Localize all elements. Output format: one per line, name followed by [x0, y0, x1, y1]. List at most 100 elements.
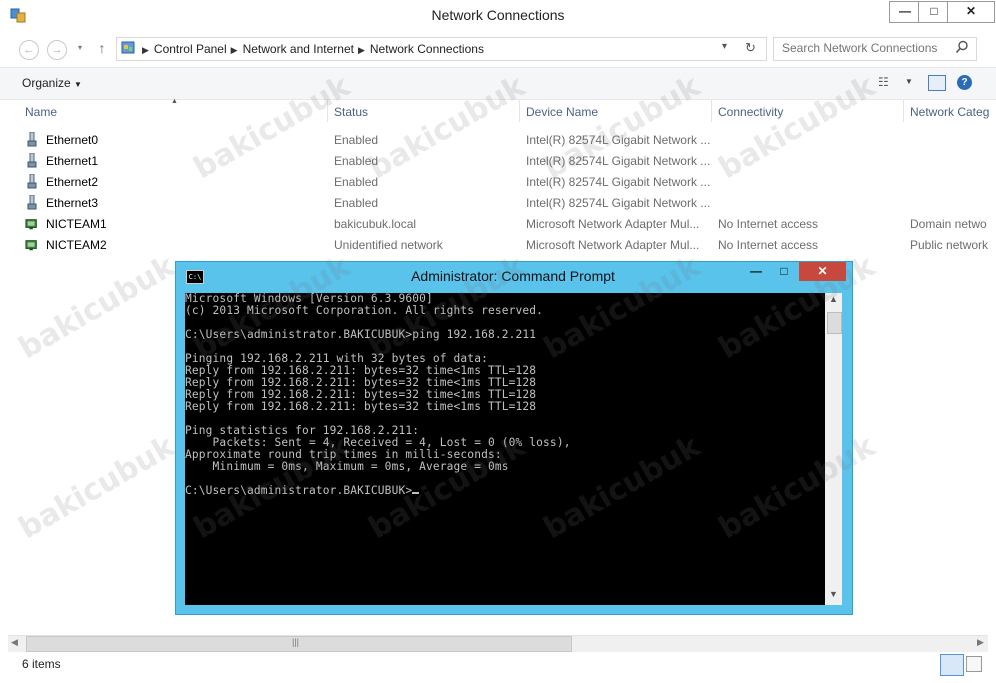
connection-name: NICTEAM2 [46, 238, 107, 252]
large-icons-view-icon[interactable] [966, 656, 982, 672]
cmd-scroll-thumb[interactable] [827, 312, 842, 334]
connection-row-ethernet1[interactable]: Ethernet1 Enabled Intel(R) 82574L Gigabi… [18, 151, 993, 172]
connection-device: Intel(R) 82574L Gigabit Network ... [526, 133, 711, 147]
column-header-network-category[interactable]: Network Categ [910, 105, 989, 119]
item-count: 6 items [22, 657, 61, 671]
scroll-up-arrow-icon[interactable]: ▲ [825, 294, 842, 310]
connection-connectivity: No Internet access [718, 238, 819, 252]
cmd-vertical-scrollbar[interactable] [825, 293, 842, 605]
column-divider[interactable] [519, 100, 520, 122]
ethernet-adapter-icon [27, 195, 37, 210]
preview-pane-icon[interactable] [928, 75, 946, 91]
details-view-icon[interactable] [940, 654, 964, 676]
ethernet-adapter-icon [27, 153, 37, 168]
console-output[interactable]: Microsoft Windows [Version 6.3.9600] (c)… [185, 293, 825, 605]
breadcrumb-separator-icon[interactable]: ▶ [231, 45, 238, 55]
network-connections-app-icon [10, 8, 26, 23]
console-prompt-line: C:\Users\administrator.BAKICUBUK> [185, 484, 413, 497]
column-header-device-name[interactable]: Device Name [526, 105, 598, 119]
search-box [773, 37, 977, 61]
connection-name: Ethernet0 [46, 133, 99, 147]
scroll-left-arrow-icon[interactable]: ◀ [11, 637, 18, 648]
console-line: Reply from 192.168.2.211: bytes=32 time<… [185, 400, 537, 413]
connection-name: NICTEAM1 [46, 217, 107, 231]
recent-locations-chevron-icon[interactable]: ▾ [78, 43, 82, 52]
column-header-name[interactable]: Name [25, 105, 57, 119]
close-button[interactable]: ✕ [947, 1, 995, 23]
connection-device: Intel(R) 82574L Gigabit Network ... [526, 175, 711, 189]
ethernet-adapter-icon [27, 132, 37, 147]
watermark: bakicubuk [12, 248, 181, 367]
network-team-icon [25, 240, 37, 251]
forward-arrow-icon[interactable]: → [47, 40, 67, 60]
connection-device: Microsoft Network Adapter Mul... [526, 217, 700, 231]
connection-name: Ethernet1 [46, 154, 99, 168]
column-divider[interactable] [711, 100, 712, 122]
connection-name: Ethernet2 [46, 175, 99, 189]
connection-category: Domain netwo [910, 217, 987, 231]
back-arrow-icon[interactable]: ← [19, 40, 39, 60]
address-dropdown-chevron-icon[interactable]: ▾ [722, 41, 727, 52]
watermark: bakicubuk [12, 428, 181, 547]
breadcrumb-network-and-internet[interactable]: Network and Internet [243, 42, 354, 56]
connection-row-ethernet3[interactable]: Ethernet3 Enabled Intel(R) 82574L Gigabi… [18, 193, 993, 214]
connection-device: Intel(R) 82574L Gigabit Network ... [526, 154, 711, 168]
search-icon[interactable] [955, 40, 969, 54]
connection-status: Unidentified network [334, 238, 443, 252]
column-header-connectivity[interactable]: Connectivity [718, 105, 783, 119]
control-panel-icon [121, 41, 135, 54]
view-options-chevron-icon[interactable]: ▼ [905, 77, 913, 86]
breadcrumb-network-connections[interactable]: Network Connections [370, 42, 484, 56]
connection-connectivity: No Internet access [718, 217, 819, 231]
console-text: Microsoft Windows [Version 6.3.9600] (c)… [185, 293, 571, 497]
console-line: (c) 2013 Microsoft Corporation. All righ… [185, 304, 544, 317]
minimize-button[interactable]: — [889, 1, 921, 23]
organize-label: Organize [22, 76, 71, 90]
scroll-grip-icon: ||| [292, 637, 300, 647]
connection-row-nicteam2[interactable]: NICTEAM2 Unidentified network Microsoft … [18, 235, 993, 256]
cmd-close-button[interactable]: ✕ [799, 262, 846, 281]
connection-status: Enabled [334, 154, 379, 168]
breadcrumb: ▶ Control Panel ▶ Network and Internet ▶ Netw… [138, 42, 484, 56]
refresh-icon[interactable]: ↻ [745, 40, 756, 56]
breadcrumb-separator-icon[interactable]: ▶ [358, 45, 365, 55]
connection-row-ethernet2[interactable]: Ethernet2 Enabled Intel(R) 82574L Gigabi… [18, 172, 993, 193]
connection-device: Microsoft Network Adapter Mul... [526, 238, 700, 252]
maximize-button[interactable]: □ [918, 1, 950, 23]
connection-category: Public network [910, 238, 989, 252]
ethernet-adapter-icon [27, 174, 37, 189]
help-icon[interactable]: ? [957, 75, 972, 90]
organize-menu-button[interactable]: Organize ▼ [22, 76, 82, 90]
window-title: Network Connections [431, 7, 565, 23]
console-line: C:\Users\administrator.BAKICUBUK>ping 19… [185, 328, 537, 341]
chevron-down-icon: ▼ [74, 80, 82, 89]
connection-name: Ethernet3 [46, 196, 99, 210]
breadcrumb-separator-icon: ▶ [142, 45, 149, 55]
title-bar: Network Connections [0, 0, 996, 32]
connection-status: Enabled [334, 175, 379, 189]
search-input[interactable] [782, 41, 947, 55]
connection-status: Enabled [334, 133, 379, 147]
up-arrow-icon[interactable]: ↑ [95, 40, 109, 58]
console-cursor [412, 492, 420, 494]
status-bar [0, 652, 996, 683]
column-header-status[interactable]: Status [334, 105, 368, 119]
network-team-icon [25, 219, 37, 230]
column-header-row [0, 99, 996, 123]
connection-status: bakicubuk.local [334, 217, 417, 231]
cmd-minimize-button[interactable]: — [742, 262, 770, 281]
breadcrumb-control-panel[interactable]: Control Panel [154, 42, 227, 56]
connection-row-ethernet0[interactable]: Ethernet0 Enabled Intel(R) 82574L Gigabi… [18, 130, 993, 151]
column-divider[interactable] [903, 100, 904, 122]
scroll-down-arrow-icon[interactable]: ▼ [825, 589, 842, 605]
sort-ascending-icon: ▲ [171, 98, 178, 105]
change-view-icon[interactable]: ☷ [878, 75, 889, 89]
console-line: Minimum = 0ms, Maximum = 0ms, Average = … [185, 460, 509, 473]
cmd-maximize-button[interactable]: □ [770, 262, 798, 281]
connection-row-nicteam1[interactable]: NICTEAM1 bakicubuk.local Microsoft Netwo… [18, 214, 993, 235]
connection-device: Intel(R) 82574L Gigabit Network ... [526, 196, 711, 210]
command-bar [0, 67, 996, 100]
scroll-right-arrow-icon[interactable]: ▶ [977, 637, 984, 648]
column-divider[interactable] [327, 100, 328, 122]
connection-status: Enabled [334, 196, 379, 210]
